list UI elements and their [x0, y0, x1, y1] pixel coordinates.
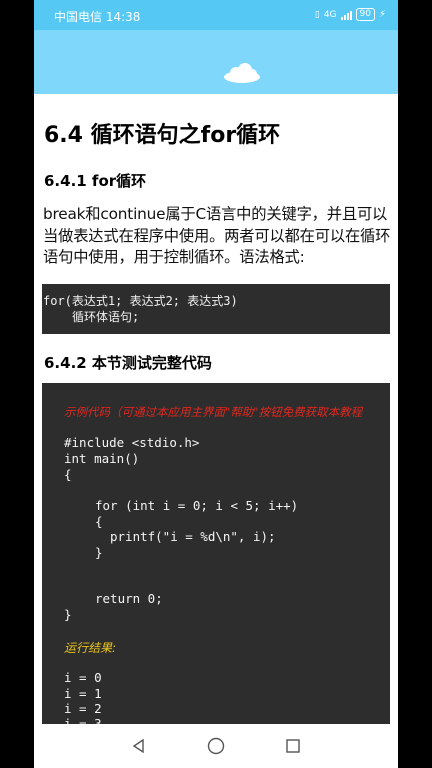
- syntax-line: 循环体语句;: [72, 310, 140, 324]
- code-line: {: [64, 467, 72, 482]
- network-label: 4G: [323, 9, 337, 20]
- code-line: }: [64, 607, 72, 622]
- section-heading-for-loop: 6.4.1 for循环: [44, 172, 147, 190]
- recents-square-icon[interactable]: [283, 736, 303, 756]
- output-line: i = 2: [64, 701, 102, 716]
- navigation-bar: [34, 724, 398, 768]
- carrier-time: 中国电信 14:38: [54, 10, 141, 24]
- cloud-icon: [224, 63, 260, 83]
- phone-screen: 中国电信 14:38 ▯ 4G 90 ⚡ 6.4 循环语句之for循环 6.4.…: [34, 0, 398, 768]
- charging-icon: ⚡: [378, 9, 386, 20]
- vibrate-icon: ▯: [314, 9, 320, 20]
- signal-icon: [340, 10, 352, 20]
- code-line: return 0;: [95, 591, 163, 606]
- code-line: {: [95, 514, 103, 529]
- code-note: 示例代码（可通过本应用主界面"帮助"按钮免费获取本教程: [64, 405, 363, 419]
- section-paragraph: break和continue属于C语言中的关键字，并且可以当做表达式在程序中使用…: [43, 205, 391, 266]
- syntax-line: for(表达式1; 表达式2; 表达式3): [43, 294, 238, 308]
- status-icons: ▯ 4G 90 ⚡: [315, 8, 386, 21]
- code-line: int main(): [64, 451, 140, 466]
- status-bar: 中国电信 14:38 ▯ 4G 90 ⚡: [34, 0, 398, 30]
- full-code-block[interactable]: 示例代码（可通过本应用主界面"帮助"按钮免费获取本教程 #include <st…: [42, 383, 390, 743]
- output-line: i = 1: [64, 686, 102, 701]
- header-band: [34, 30, 398, 94]
- code-line: printf("i = %d\n", i);: [110, 529, 276, 544]
- home-circle-icon[interactable]: [206, 736, 226, 756]
- code-line: }: [95, 545, 103, 560]
- run-result-label: 运行结果:: [64, 641, 117, 655]
- code-line: for (int i = 0; i < 5; i++): [95, 498, 299, 513]
- section-heading-full-code: 6.4.2 本节测试完整代码: [44, 354, 212, 372]
- syntax-code-block: for(表达式1; 表达式2; 表达式3) 循环体语句;: [42, 284, 390, 334]
- output-line: i = 0: [64, 670, 102, 685]
- page-title: 6.4 循环语句之for循环: [44, 123, 281, 148]
- code-line: #include <stdio.h>: [64, 435, 200, 450]
- back-triangle-icon[interactable]: [129, 736, 149, 756]
- battery-icon: 90: [355, 8, 375, 21]
